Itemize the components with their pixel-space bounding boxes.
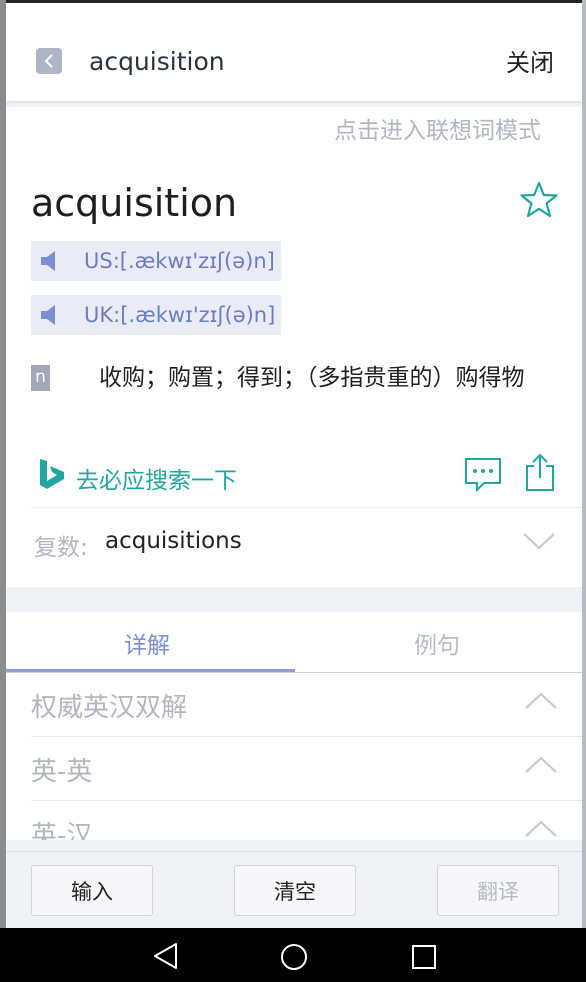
dictionary-panel: acquisition 关闭 点击进入联想词模式 acquisition US:… (6, 3, 582, 929)
entry-card: 点击进入联想词模式 acquisition US:[.ækwɪ'zɪʃ(ə)n]… (6, 107, 582, 587)
speaker-icon (41, 251, 55, 271)
pronunciation-text: UK:[.ækwɪ'zɪʃ(ə)n] (84, 303, 276, 327)
tab-detail[interactable]: 详解 (124, 626, 170, 660)
section-list: 权威英汉双解 英-英 英-汉 (6, 673, 582, 840)
star-outline-icon (520, 181, 558, 218)
part-of-speech-badge: n (31, 365, 50, 391)
section-label: 英-汉 (31, 821, 93, 840)
background-edge-right (582, 0, 586, 928)
favorite-button[interactable] (519, 181, 559, 223)
active-tab-indicator (6, 669, 295, 672)
system-nav-bar (0, 928, 586, 982)
headword: acquisition (31, 181, 238, 225)
bottom-toolbar: 输入 清空 翻译 (6, 851, 582, 929)
section-label: 权威英汉双解 (31, 693, 188, 723)
bing-search-link[interactable]: 去必应搜索一下 (76, 461, 237, 495)
definition-text: 收购；购置；得到；（多指贵重的）购得物 (99, 365, 525, 391)
detail-tabs: 详解 例句 (6, 612, 582, 673)
nav-back-icon[interactable] (152, 942, 180, 970)
expand-forms-button[interactable] (522, 531, 556, 555)
plural-label: 复数: (34, 535, 88, 561)
section-row[interactable]: 英-汉 (31, 801, 582, 840)
comment-icon (465, 458, 501, 493)
chevron-up-icon (525, 756, 557, 773)
section-row[interactable]: 权威英汉双解 (31, 673, 582, 737)
pronunciation-us[interactable]: US:[.ækwɪ'zɪʃ(ə)n] (31, 241, 281, 281)
translate-button[interactable]: 翻译 (437, 865, 559, 916)
comment-button[interactable] (464, 457, 502, 497)
association-mode-link[interactable]: 点击进入联想词模式 (334, 116, 554, 147)
section-row[interactable]: 英-英 (31, 737, 582, 801)
pronunciation-uk[interactable]: UK:[.ækwɪ'zɪʃ(ə)n] (31, 295, 281, 335)
back-button[interactable] (36, 48, 62, 74)
chevron-up-icon (525, 820, 557, 837)
section-label: 英-英 (31, 757, 93, 787)
header-bar: acquisition 关闭 (6, 3, 582, 101)
share-button[interactable] (523, 452, 557, 496)
bing-logo-icon[interactable] (36, 457, 68, 491)
plural-value: acquisitions (105, 528, 242, 554)
chevron-left-icon (44, 54, 53, 68)
clear-button[interactable]: 清空 (234, 865, 356, 916)
header-title: acquisition (89, 47, 225, 76)
close-button[interactable]: 关闭 (506, 43, 554, 78)
chevron-down-icon (523, 533, 555, 550)
nav-recents-icon[interactable] (411, 944, 437, 970)
tab-examples[interactable]: 例句 (414, 626, 460, 660)
pronunciation-text: US:[.ækwɪ'zɪʃ(ə)n] (84, 249, 275, 273)
chevron-up-icon (525, 692, 557, 709)
speaker-icon (41, 305, 55, 325)
nav-home-icon[interactable] (280, 943, 308, 971)
divider (31, 507, 582, 508)
input-button[interactable]: 输入 (31, 865, 153, 916)
share-icon (526, 453, 554, 491)
